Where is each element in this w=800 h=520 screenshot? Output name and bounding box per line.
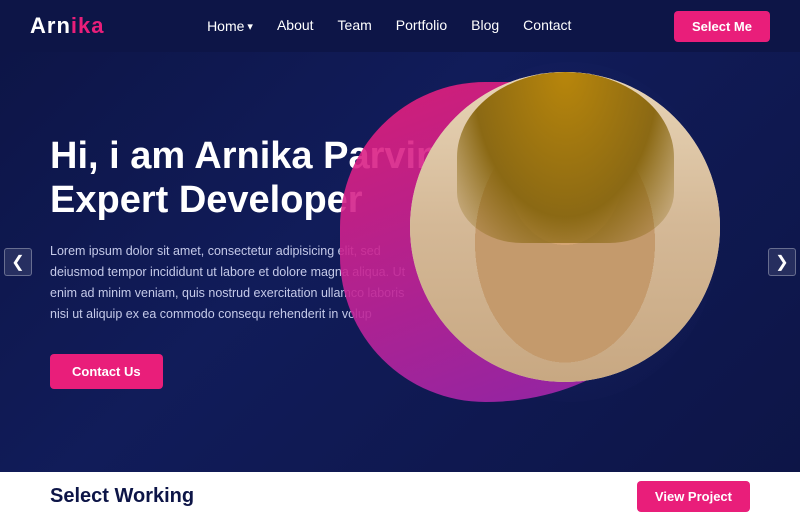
bottom-strip: Select Working View Project [0, 472, 800, 520]
logo-text-white: Arn [30, 13, 71, 38]
nav-links: Home About Team Portfolio Blog Contact [207, 17, 571, 35]
select-working-title: Select Working [50, 485, 194, 508]
nav-item-contact[interactable]: Contact [523, 17, 571, 35]
nav-link-blog[interactable]: Blog [471, 17, 499, 33]
hero-title-line2: Expert Developer [50, 179, 363, 221]
hero-photo-circle [410, 72, 720, 382]
nav-link-team[interactable]: Team [338, 17, 372, 33]
nav-link-portfolio[interactable]: Portfolio [396, 17, 447, 33]
next-arrow-icon: ❯ [775, 252, 788, 272]
prev-arrow[interactable]: ❮ [4, 248, 32, 276]
navbar: Arnika Home About Team Portfolio Blog Co… [0, 0, 800, 52]
nav-link-contact[interactable]: Contact [523, 17, 571, 33]
nav-link-home[interactable]: Home [207, 18, 253, 34]
nav-item-home[interactable]: Home [207, 18, 253, 34]
view-project-button[interactable]: View Project [637, 481, 750, 512]
logo: Arnika [30, 13, 104, 39]
prev-arrow-icon: ❮ [11, 252, 24, 272]
next-arrow[interactable]: ❯ [768, 248, 796, 276]
nav-item-portfolio[interactable]: Portfolio [396, 17, 447, 35]
nav-item-team[interactable]: Team [338, 17, 372, 35]
hero-section: ❮ Hi, i am Arnika Parvin Expert Develope… [0, 52, 800, 472]
nav-item-about[interactable]: About [277, 17, 314, 35]
nav-item-blog[interactable]: Blog [471, 17, 499, 35]
contact-us-button[interactable]: Contact Us [50, 354, 163, 389]
nav-link-about[interactable]: About [277, 17, 314, 33]
logo-text-pink: ika [71, 13, 105, 38]
hero-photo [410, 72, 720, 382]
hero-photo-wrapper [410, 72, 720, 382]
select-me-button[interactable]: Select Me [674, 11, 770, 42]
